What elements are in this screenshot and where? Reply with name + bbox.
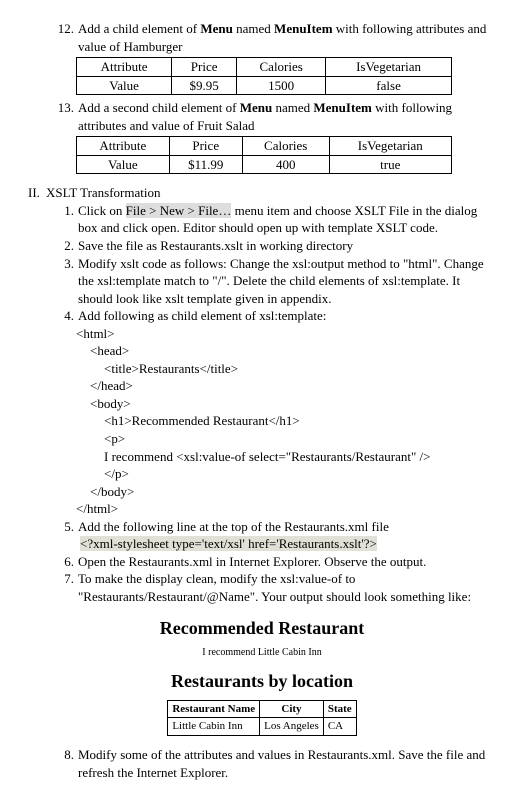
step-II-3: 3. Modify xslt code as follows: Change t… xyxy=(52,255,496,308)
step-II-8: 8. Modify some of the attributes and val… xyxy=(52,746,496,781)
step-II-6: 6. Open the Restaurants.xml in Internet … xyxy=(52,553,496,571)
step-II-5: 5. Add the following line at the top of … xyxy=(52,518,496,536)
step-II-1: 1. Click on File > New > File… menu item… xyxy=(52,202,496,237)
attributes-table-2: AttributePriceCaloriesIsVegetarian Value… xyxy=(76,136,452,174)
step-II-2: 2. Save the file as Restaurants.xslt in … xyxy=(52,237,496,255)
attributes-table-1: AttributePriceCaloriesIsVegetarian Value… xyxy=(76,57,452,95)
output-table: Restaurant NameCityState Little Cabin In… xyxy=(167,700,356,737)
step-II-7: 7. To make the display clean, modify the… xyxy=(52,570,496,605)
section-title: XSLT Transformation xyxy=(46,184,161,202)
step-text: Add a second child element of Menu named… xyxy=(78,99,496,134)
step-number: 12. xyxy=(52,20,74,55)
highlighted-menu-path: File > New > File… xyxy=(126,203,232,218)
step-number: 13. xyxy=(52,99,74,134)
step-12: 12. Add a child element of Menu named Me… xyxy=(52,20,496,55)
xml-stylesheet-line: <?xml-stylesheet type='text/xsl' href='R… xyxy=(80,536,377,551)
step-II-4: 4. Add following as child element of xsl… xyxy=(52,307,496,325)
section-II: II. XSLT Transformation xyxy=(28,184,496,202)
output-line: I recommend Little Cabin Inn xyxy=(28,646,496,660)
step-text: Add a child element of Menu named MenuIt… xyxy=(78,20,496,55)
output-heading-2: Restaurants by location xyxy=(28,669,496,693)
output-heading-1: Recommended Restaurant xyxy=(28,616,496,640)
step-13: 13. Add a second child element of Menu n… xyxy=(52,99,496,134)
xslt-code-block: <html> <head> <title>Restaurants</title>… xyxy=(76,325,496,518)
